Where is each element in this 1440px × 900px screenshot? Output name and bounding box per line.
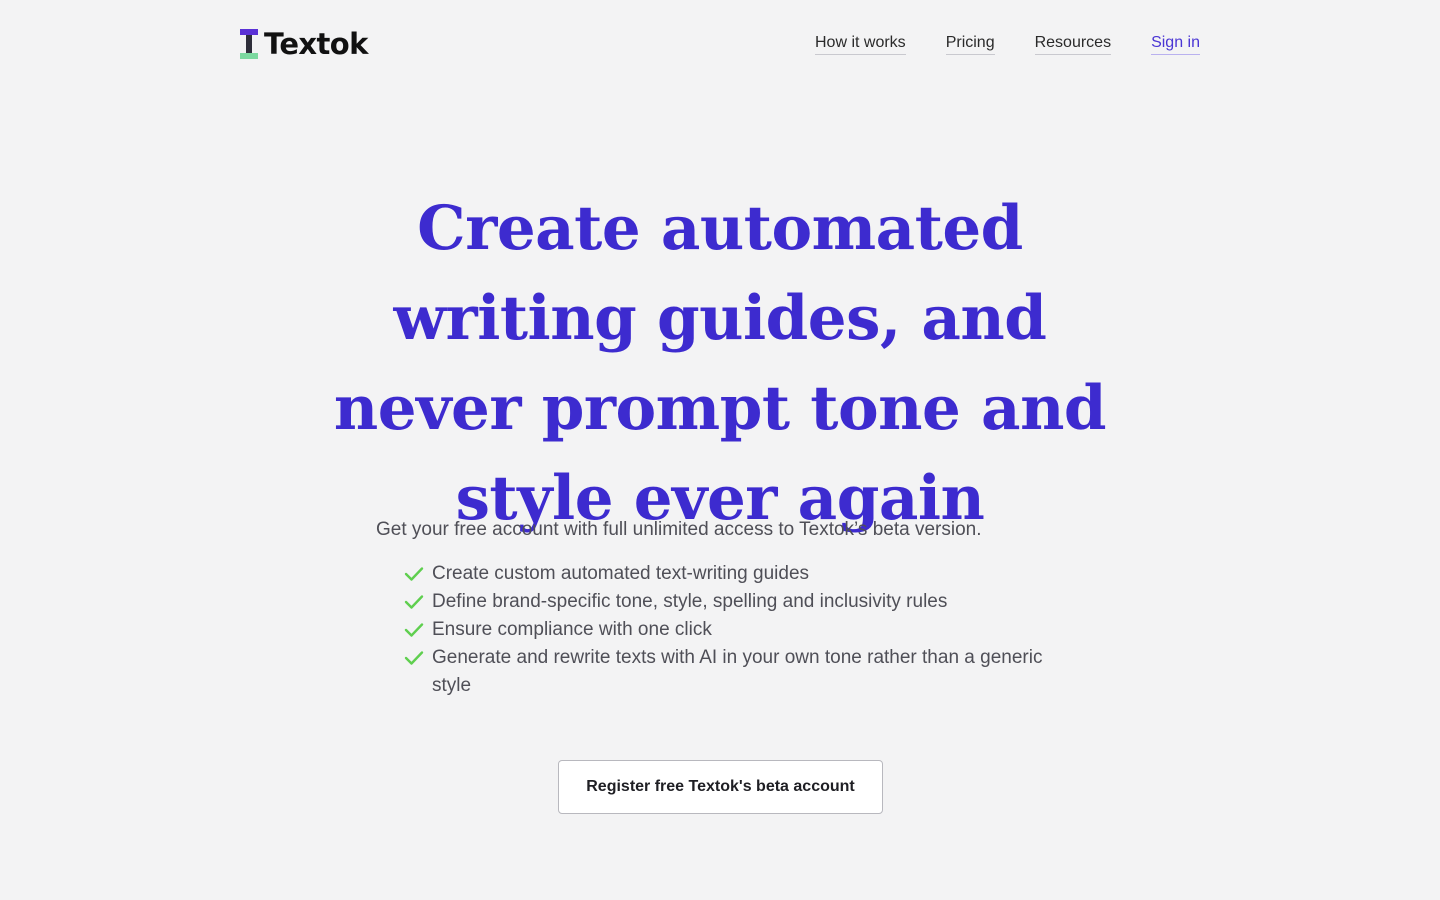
feature-text: Define brand-specific tone, style, spell… — [432, 591, 948, 612]
feature-item: Generate and rewrite texts with AI in yo… — [376, 644, 1066, 700]
textok-logo-icon — [240, 29, 258, 59]
sign-in-link[interactable]: Sign in — [1151, 33, 1200, 55]
check-icon — [404, 588, 426, 616]
logo-link[interactable]: Textok — [240, 29, 368, 59]
nav-link-how-it-works[interactable]: How it works — [815, 33, 906, 55]
register-beta-button[interactable]: Register free Textok's beta account — [558, 760, 883, 814]
nav-link-resources[interactable]: Resources — [1034, 33, 1112, 55]
nav-link-pricing[interactable]: Pricing — [945, 33, 995, 55]
main-nav: How it works Pricing Resources Sign in — [815, 33, 1200, 55]
check-icon — [404, 560, 426, 588]
feature-text: Ensure compliance with one click — [432, 619, 712, 640]
signup-content: Get your free account with full unlimite… — [376, 516, 1066, 700]
hero-title: Create automated writing guides, and nev… — [333, 193, 1107, 534]
feature-text: Generate and rewrite texts with AI in yo… — [432, 647, 1043, 696]
brand-name: Textok — [264, 26, 368, 61]
site-header: Textok How it works Pricing Resources Si… — [240, 24, 1200, 64]
feature-text: Create custom automated text-writing gui… — [432, 563, 810, 584]
check-icon — [404, 616, 426, 644]
check-icon — [404, 644, 426, 672]
feature-item: Define brand-specific tone, style, spell… — [376, 588, 1066, 616]
feature-list: Create custom automated text-writing gui… — [376, 560, 1066, 700]
feature-item: Create custom automated text-writing gui… — [376, 560, 1066, 588]
feature-item: Ensure compliance with one click — [376, 616, 1066, 644]
intro-text: Get your free account with full unlimite… — [376, 519, 982, 540]
